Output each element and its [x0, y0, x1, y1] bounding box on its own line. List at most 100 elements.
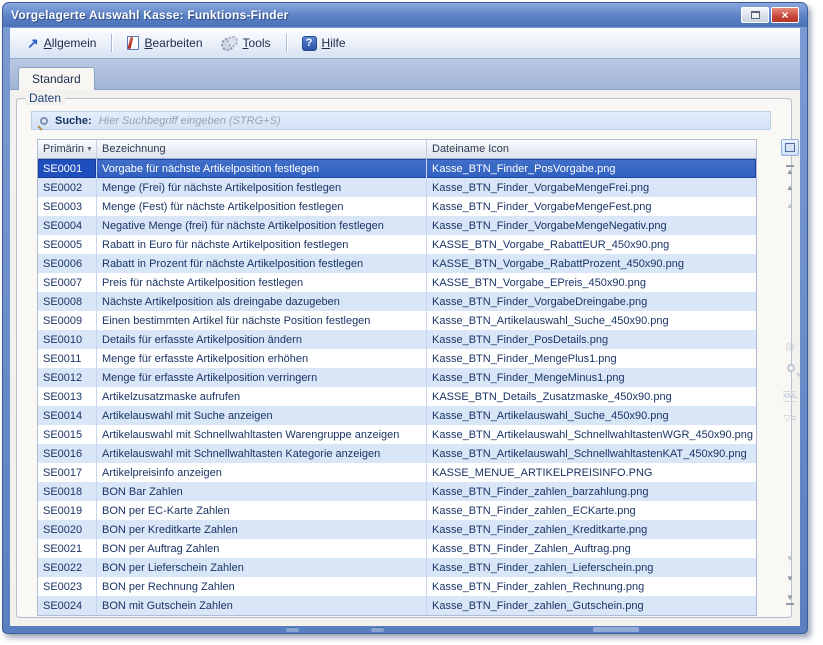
- table-row[interactable]: SE0009Einen bestimmten Artikel für nächs…: [38, 311, 756, 330]
- app-window: Vorgelagerte Auswahl Kasse: Funktions-Fi…: [2, 2, 808, 634]
- table-cell: KASSE_BTN_Vorgabe_RabattProzent_450x90.p…: [427, 254, 756, 273]
- table-cell: KASSE_BTN_Vorgabe_EPreis_450x90.png: [427, 273, 756, 292]
- table-row[interactable]: SE0024BON mit Gutschein ZahlenKasse_BTN_…: [38, 596, 756, 615]
- table-cell: Negative Menge (frei) für nächste Artike…: [97, 216, 427, 235]
- column-header-primary-key[interactable]: Primärin ▼: [38, 140, 97, 158]
- filter-icon[interactable]: ▽≡: [781, 411, 799, 425]
- table-row[interactable]: SE0014Artikelauswahl mit Suche anzeigenK…: [38, 406, 756, 425]
- toolbar: ↗ Allgemein Bearbeiten Tools ? Hilfe: [10, 28, 800, 59]
- toolbar-button-hilfe[interactable]: ? Hilfe: [295, 33, 353, 54]
- tab-standard[interactable]: Standard: [18, 67, 95, 90]
- table-row[interactable]: SE0018BON Bar ZahlenKasse_BTN_Finder_zah…: [38, 482, 756, 501]
- table-row[interactable]: SE0023BON per Rechnung ZahlenKasse_BTN_F…: [38, 577, 756, 596]
- table-cell: Kasse_BTN_Finder_PosDetails.png: [427, 330, 756, 349]
- table-row[interactable]: SE0006Rabatt in Prozent für nächste Arti…: [38, 254, 756, 273]
- scroll-page-up-button[interactable]: ▲: [781, 181, 799, 195]
- scroll-down-button[interactable]: ▼: [781, 552, 799, 566]
- title-bar[interactable]: Vorgelagerte Auswahl Kasse: Funktions-Fi…: [3, 3, 807, 27]
- groupbox-label: Daten: [25, 91, 65, 105]
- table-cell: KASSE_BTN_Vorgabe_RabattEUR_450x90.png: [427, 235, 756, 254]
- table-row[interactable]: SE0010Details für erfasste Artikelpositi…: [38, 330, 756, 349]
- table-cell: BON per Rechnung Zahlen: [97, 577, 427, 596]
- zoom-icon[interactable]: [781, 361, 799, 375]
- table-cell: SE0001: [38, 159, 97, 178]
- toolbar-separator: [286, 34, 287, 52]
- resize-grip[interactable]: [593, 627, 639, 632]
- column-chooser-button[interactable]: [781, 139, 799, 156]
- table-cell: Kasse_BTN_Artikelauswahl_Schnellwahltast…: [427, 444, 756, 463]
- scroll-first-button[interactable]: ▲: [781, 163, 799, 177]
- search-input[interactable]: Suche: Hier Suchbegriff eingeben (STRG+S…: [31, 111, 771, 130]
- table-cell: SE0009: [38, 311, 97, 330]
- table-cell: Menge (Frei) für nächste Artikelposition…: [97, 178, 427, 197]
- sort-indicator-icon: ▼: [86, 146, 93, 153]
- table-cell: BON per EC-Karte Zahlen: [97, 501, 427, 520]
- table-cell: Kasse_BTN_Finder_zahlen_Lieferschein.png: [427, 558, 756, 577]
- column-header-bezeichnung[interactable]: Bezeichnung: [97, 140, 427, 158]
- table-cell: SE0021: [38, 539, 97, 558]
- toolbar-button-tools[interactable]: Tools: [214, 33, 278, 54]
- toolbar-separator: [111, 34, 112, 52]
- resize-grip[interactable]: [371, 627, 384, 632]
- scroll-up-button[interactable]: ▲: [781, 199, 799, 213]
- table-row[interactable]: SE0008Nächste Artikelposition als dreing…: [38, 292, 756, 311]
- scroll-last-button[interactable]: ▼: [781, 592, 799, 606]
- table-cell: Menge (Fest) für nächste Artikelposition…: [97, 197, 427, 216]
- table-cell: SE0020: [38, 520, 97, 539]
- table-cell: Menge für erfasste Artikelposition erhöh…: [97, 349, 427, 368]
- scroll-page-down-button[interactable]: ▼: [781, 572, 799, 586]
- search-placeholder: Hier Suchbegriff eingeben (STRG+S): [99, 115, 281, 127]
- table-row[interactable]: SE0005Rabatt in Euro für nächste Artikel…: [38, 235, 756, 254]
- toolbar-label: Hilfe: [322, 36, 346, 50]
- close-icon: ×: [781, 9, 788, 21]
- table-cell: SE0003: [38, 197, 97, 216]
- table-cell: BON per Kreditkarte Zahlen: [97, 520, 427, 539]
- table-cell: SE0019: [38, 501, 97, 520]
- table-cell: SE0016: [38, 444, 97, 463]
- table-cell: SE0017: [38, 463, 97, 482]
- column-header-dateiname-icon[interactable]: Dateiname Icon: [427, 140, 756, 158]
- table-row[interactable]: SE0011Menge für erfasste Artikelposition…: [38, 349, 756, 368]
- close-button[interactable]: ×: [771, 7, 799, 23]
- restore-button[interactable]: [741, 7, 769, 23]
- table-cell: SE0005: [38, 235, 97, 254]
- grouping-icon[interactable]: (|): [781, 339, 799, 353]
- table-cell: SE0024: [38, 596, 97, 615]
- table-cell: Kasse_BTN_Finder_zahlen_ECKarte.png: [427, 501, 756, 520]
- table-cell: Nächste Artikelposition als dreingabe da…: [97, 292, 427, 311]
- table-cell: Kasse_BTN_Finder_zahlen_Kreditkarte.png: [427, 520, 756, 539]
- table-row[interactable]: SE0007Preis für nächste Artikelposition …: [38, 273, 756, 292]
- table-cell: SE0006: [38, 254, 97, 273]
- resize-grip[interactable]: [286, 627, 299, 632]
- table-row[interactable]: SE0013Artikelzusatzmaske aufrufenKASSE_B…: [38, 387, 756, 406]
- table-row[interactable]: SE0012Menge für erfasste Artikelposition…: [38, 368, 756, 387]
- xml-icon[interactable]: XML: [781, 389, 799, 403]
- table-cell: Preis für nächste Artikelposition festle…: [97, 273, 427, 292]
- table-row[interactable]: SE0021BON per Auftrag ZahlenKasse_BTN_Fi…: [38, 539, 756, 558]
- table-cell: Kasse_BTN_Finder_VorgabeDreingabe.png: [427, 292, 756, 311]
- toolbar-button-allgemein[interactable]: ↗ Allgemein: [20, 33, 103, 53]
- table-row[interactable]: SE0017Artikelpreisinfo anzeigenKASSE_MEN…: [38, 463, 756, 482]
- daten-groupbox: Daten Suche: Hier Suchbegriff eingeben (…: [16, 98, 792, 618]
- table-row[interactable]: SE0004Negative Menge (frei) für nächste …: [38, 216, 756, 235]
- table-cell: SE0023: [38, 577, 97, 596]
- window-title: Vorgelagerte Auswahl Kasse: Funktions-Fi…: [11, 8, 741, 22]
- table-row[interactable]: SE0002Menge (Frei) für nächste Artikelpo…: [38, 178, 756, 197]
- table-row[interactable]: SE0022BON per Lieferschein ZahlenKasse_B…: [38, 558, 756, 577]
- table-row[interactable]: SE0003Menge (Fest) für nächste Artikelpo…: [38, 197, 756, 216]
- table-row[interactable]: SE0020BON per Kreditkarte ZahlenKasse_BT…: [38, 520, 756, 539]
- table-cell: BON per Auftrag Zahlen: [97, 539, 427, 558]
- table-cell: Kasse_BTN_Finder_PosVorgabe.png: [427, 159, 756, 178]
- toolbar-button-bearbeiten[interactable]: Bearbeiten: [120, 33, 209, 53]
- toolbar-label: Allgemein: [44, 36, 97, 50]
- table-row[interactable]: SE0015Artikelauswahl mit Schnellwahltast…: [38, 425, 756, 444]
- functions-table: Primärin ▼ Bezeichnung Dateiname Icon SE…: [37, 139, 757, 616]
- grid-side-panel: ▲ ▲ ▲ (|) XML ▽≡ ▼ ▼ ▼: [779, 139, 800, 626]
- table-cell: Kasse_BTN_Finder_MengeMinus1.png: [427, 368, 756, 387]
- arrow-ne-icon: ↗: [27, 36, 39, 50]
- table-row[interactable]: SE0016Artikelauswahl mit Schnellwahltast…: [38, 444, 756, 463]
- edit-document-icon: [127, 36, 139, 50]
- table-cell: SE0011: [38, 349, 97, 368]
- table-row[interactable]: SE0019BON per EC-Karte ZahlenKasse_BTN_F…: [38, 501, 756, 520]
- table-row[interactable]: SE0001Vorgabe für nächste Artikelpositio…: [38, 159, 756, 178]
